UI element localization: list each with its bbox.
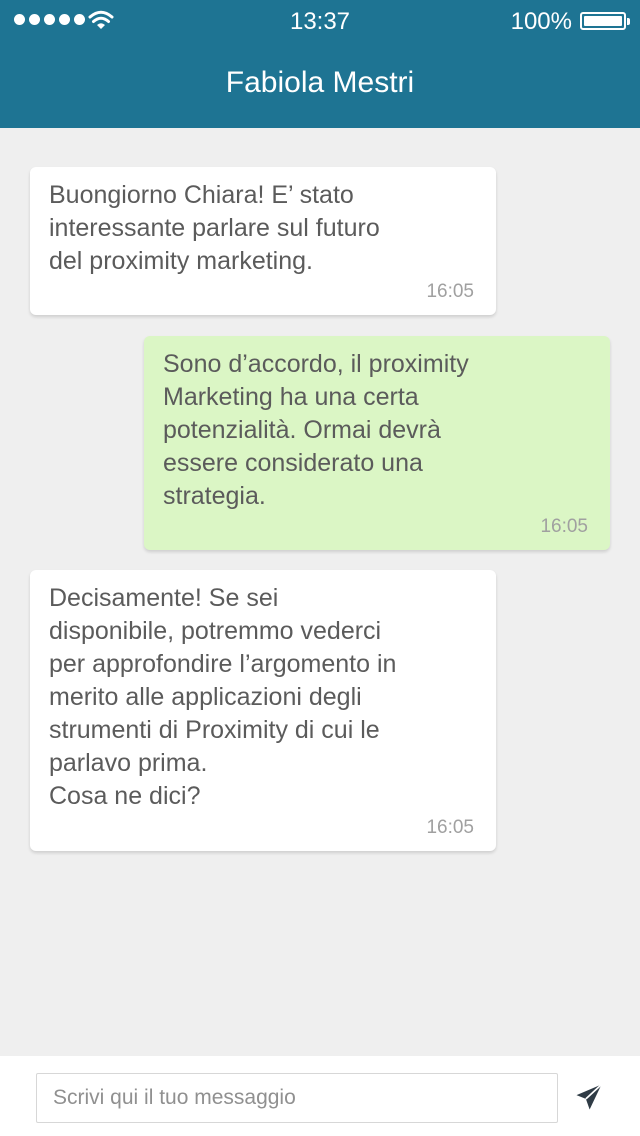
message-time: 16:05 — [540, 516, 588, 537]
message-text: Sono d’accordo, il proximity Marketing h… — [163, 350, 469, 510]
battery-icon — [580, 12, 630, 30]
message-text: Decisamente! Se sei disponibile, potremm… — [49, 584, 397, 810]
outgoing-message-bubble[interactable]: Sono d’accordo, il proximity Marketing h… — [144, 336, 610, 550]
incoming-message-bubble[interactable]: Decisamente! Se sei disponibile, potremm… — [30, 570, 496, 851]
contact-name-title[interactable]: Fabiola Mestri — [0, 66, 640, 100]
header: 13:37 100% Fabiola Mestri — [0, 0, 640, 128]
status-bar: 13:37 100% — [0, 0, 640, 40]
message-time: 16:05 — [426, 281, 474, 302]
message-text: Buongiorno Chiara! E’ stato interessante… — [49, 181, 380, 275]
incoming-message-bubble[interactable]: Buongiorno Chiara! E’ stato interessante… — [30, 167, 496, 315]
message-list[interactable]: Buongiorno Chiara! E’ stato interessante… — [0, 128, 640, 1056]
message-time: 16:05 — [426, 817, 474, 838]
composer-bar — [0, 1056, 640, 1136]
message-input[interactable] — [36, 1073, 558, 1123]
chat-screen: 13:37 100% Fabiola Mestri Buongiorno Chi… — [0, 0, 640, 1136]
battery-percent: 100% — [510, 8, 572, 35]
send-icon[interactable] — [574, 1082, 604, 1112]
